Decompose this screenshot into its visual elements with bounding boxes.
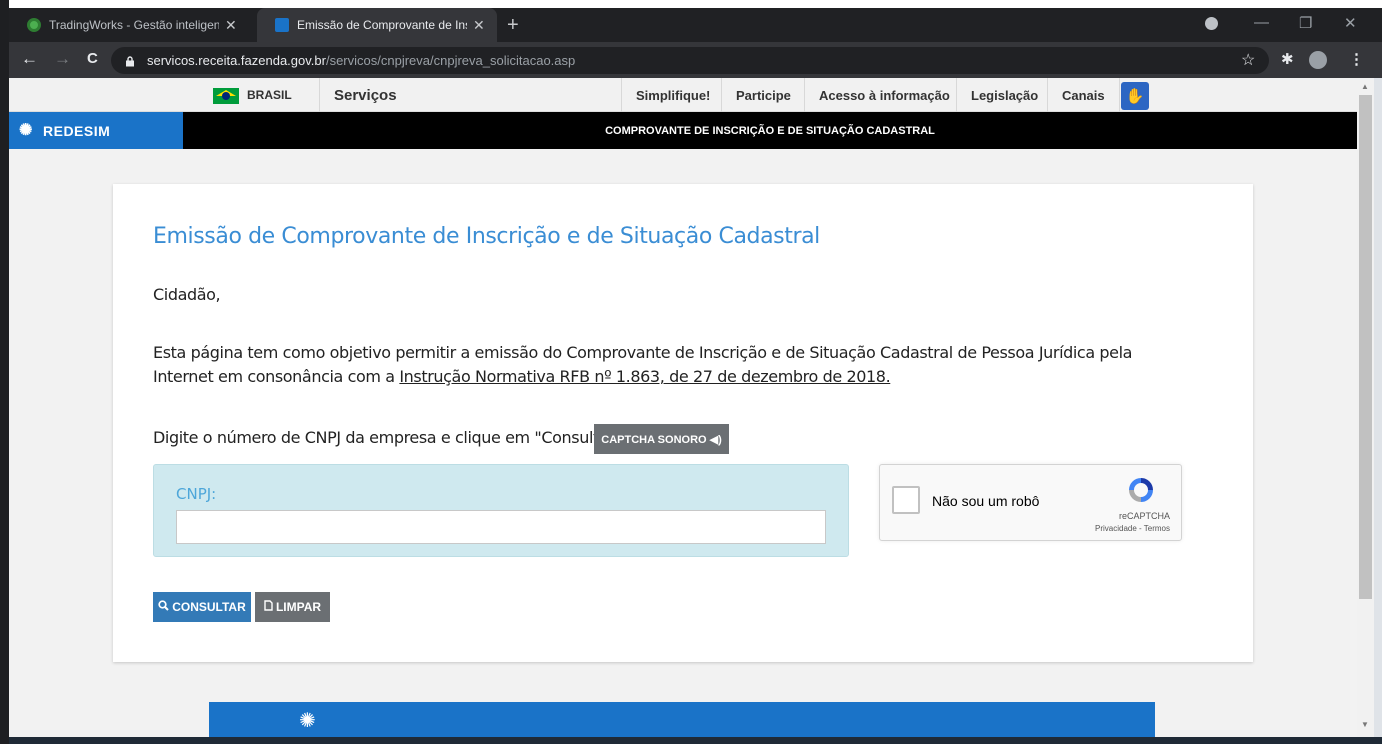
redesim-page-title: COMPROVANTE DE INSCRIÇÃO E DE SITUAÇÃO C… bbox=[605, 124, 935, 137]
recaptcha-logo-icon bbox=[1124, 475, 1158, 505]
redesim-logo-text: REDESIM bbox=[43, 122, 111, 139]
redesim-footer-spark-icon: ✺ bbox=[299, 710, 316, 732]
gov-link-canais[interactable]: Canais bbox=[1047, 78, 1120, 112]
url-host: servicos.receita.fazenda.gov.br bbox=[147, 53, 326, 68]
tab-title: Emissão de Comprovante de Insc bbox=[297, 18, 467, 32]
brazil-flag-icon bbox=[213, 88, 239, 104]
gov-brasil-link[interactable]: BRASIL bbox=[247, 78, 292, 112]
page-heading: Emissão de Comprovante de Inscrição e de… bbox=[153, 224, 820, 249]
recaptcha-brand: reCAPTCHA bbox=[1118, 511, 1170, 521]
file-icon bbox=[264, 600, 273, 614]
bookmark-star-icon[interactable]: ☆ bbox=[1241, 50, 1255, 70]
redesim-spark-icon: ✺ bbox=[19, 122, 33, 139]
browser-toolbar: ← → C servicos.receita.fazenda.gov.br/se… bbox=[9, 42, 1382, 78]
receita-favicon-icon bbox=[275, 18, 289, 32]
page-scrollbar[interactable]: ▲ ▼ bbox=[1357, 78, 1374, 744]
redesim-bar: ✺ REDESIM COMPROVANTE DE INSCRIÇÃO E DE … bbox=[9, 112, 1357, 149]
close-tab-icon[interactable]: ✕ bbox=[473, 17, 485, 34]
maximize-button[interactable]: ❐ bbox=[1299, 14, 1312, 32]
taskbar-sliver bbox=[9, 737, 1382, 744]
window-right-edge bbox=[1374, 78, 1382, 744]
back-button[interactable]: ← bbox=[21, 49, 38, 69]
forward-button[interactable]: → bbox=[54, 49, 71, 69]
close-tab-icon[interactable]: ✕ bbox=[225, 17, 237, 34]
address-bar[interactable]: servicos.receita.fazenda.gov.br/servicos… bbox=[111, 47, 1269, 74]
captcha-sonoro-button[interactable]: CAPTCHA SONORO ◀) bbox=[594, 424, 729, 454]
recaptcha-checkbox[interactable] bbox=[892, 486, 920, 514]
window-left-edge bbox=[0, 0, 9, 744]
main-card: Emissão de Comprovante de Inscrição e de… bbox=[113, 184, 1253, 662]
limpar-button[interactable]: LIMPAR bbox=[255, 592, 330, 622]
greeting-text: Cidadão, bbox=[153, 285, 221, 304]
lock-icon bbox=[125, 55, 135, 67]
browser-tab-bar: TradingWorks - Gestão inteligent ✕ Emiss… bbox=[9, 8, 1382, 42]
tradingworks-favicon-icon bbox=[27, 18, 41, 32]
instruction-text: Digite o número de CNPJ da empresa e cli… bbox=[153, 428, 627, 447]
minimize-button[interactable]: — bbox=[1254, 14, 1269, 31]
consultar-button[interactable]: CONSULTAR bbox=[153, 592, 251, 622]
recaptcha-privacy-terms-link[interactable]: Privacidade - Termos bbox=[1080, 524, 1170, 533]
consultar-label: CONSULTAR bbox=[172, 600, 246, 614]
intro-paragraph: Esta página tem como objetivo permitir a… bbox=[153, 341, 1193, 389]
cnpj-panel: CNPJ: bbox=[153, 464, 849, 557]
reload-button[interactable]: C bbox=[87, 50, 98, 67]
profile-menu-icon[interactable] bbox=[1205, 17, 1218, 30]
scroll-down-arrow-icon[interactable]: ▼ bbox=[1361, 720, 1369, 729]
redesim-logo[interactable]: ✺ REDESIM bbox=[9, 112, 183, 149]
gov-link-acesso-informacao[interactable]: Acesso à informação bbox=[804, 78, 964, 112]
profile-avatar[interactable] bbox=[1309, 51, 1327, 69]
gov-servicos-link[interactable]: Serviços bbox=[319, 78, 397, 112]
close-window-button[interactable]: ✕ bbox=[1344, 14, 1357, 32]
gov-link-participe[interactable]: Participe bbox=[721, 78, 805, 112]
instrucao-normativa-link[interactable]: Instrução Normativa RFB nº 1.863, de 27 … bbox=[399, 367, 890, 386]
gov-link-legislacao[interactable]: Legislação bbox=[956, 78, 1052, 112]
gov-bar: BRASIL Serviços Simplifique! Participe A… bbox=[9, 78, 1357, 112]
scroll-up-arrow-icon[interactable]: ▲ bbox=[1361, 82, 1369, 91]
new-tab-button[interactable]: + bbox=[507, 14, 519, 37]
recaptcha-widget: Não sou um robô reCAPTCHA Privacidade - … bbox=[879, 464, 1182, 541]
gov-link-simplifique[interactable]: Simplifique! bbox=[621, 78, 724, 112]
search-icon bbox=[158, 600, 169, 614]
recaptcha-label: Não sou um robô bbox=[932, 493, 1040, 509]
cnpj-label: CNPJ: bbox=[176, 485, 217, 503]
scrollbar-thumb[interactable] bbox=[1359, 95, 1372, 599]
extensions-icon[interactable]: ✱ bbox=[1281, 50, 1294, 68]
accessibility-hand-icon[interactable]: ✋ bbox=[1121, 82, 1149, 110]
url-path: /servicos/cnpjreva/cnpjreva_solicitacao.… bbox=[325, 53, 576, 68]
tab-tradingworks[interactable]: TradingWorks - Gestão inteligent ✕ bbox=[9, 8, 257, 42]
tab-emissao-comprovante[interactable]: Emissão de Comprovante de Insc ✕ bbox=[257, 8, 497, 42]
tab-title: TradingWorks - Gestão inteligent bbox=[49, 18, 219, 32]
browser-menu-icon[interactable]: ⋮ bbox=[1349, 50, 1364, 68]
limpar-label: LIMPAR bbox=[275, 600, 322, 614]
cnpj-input[interactable] bbox=[176, 510, 826, 544]
